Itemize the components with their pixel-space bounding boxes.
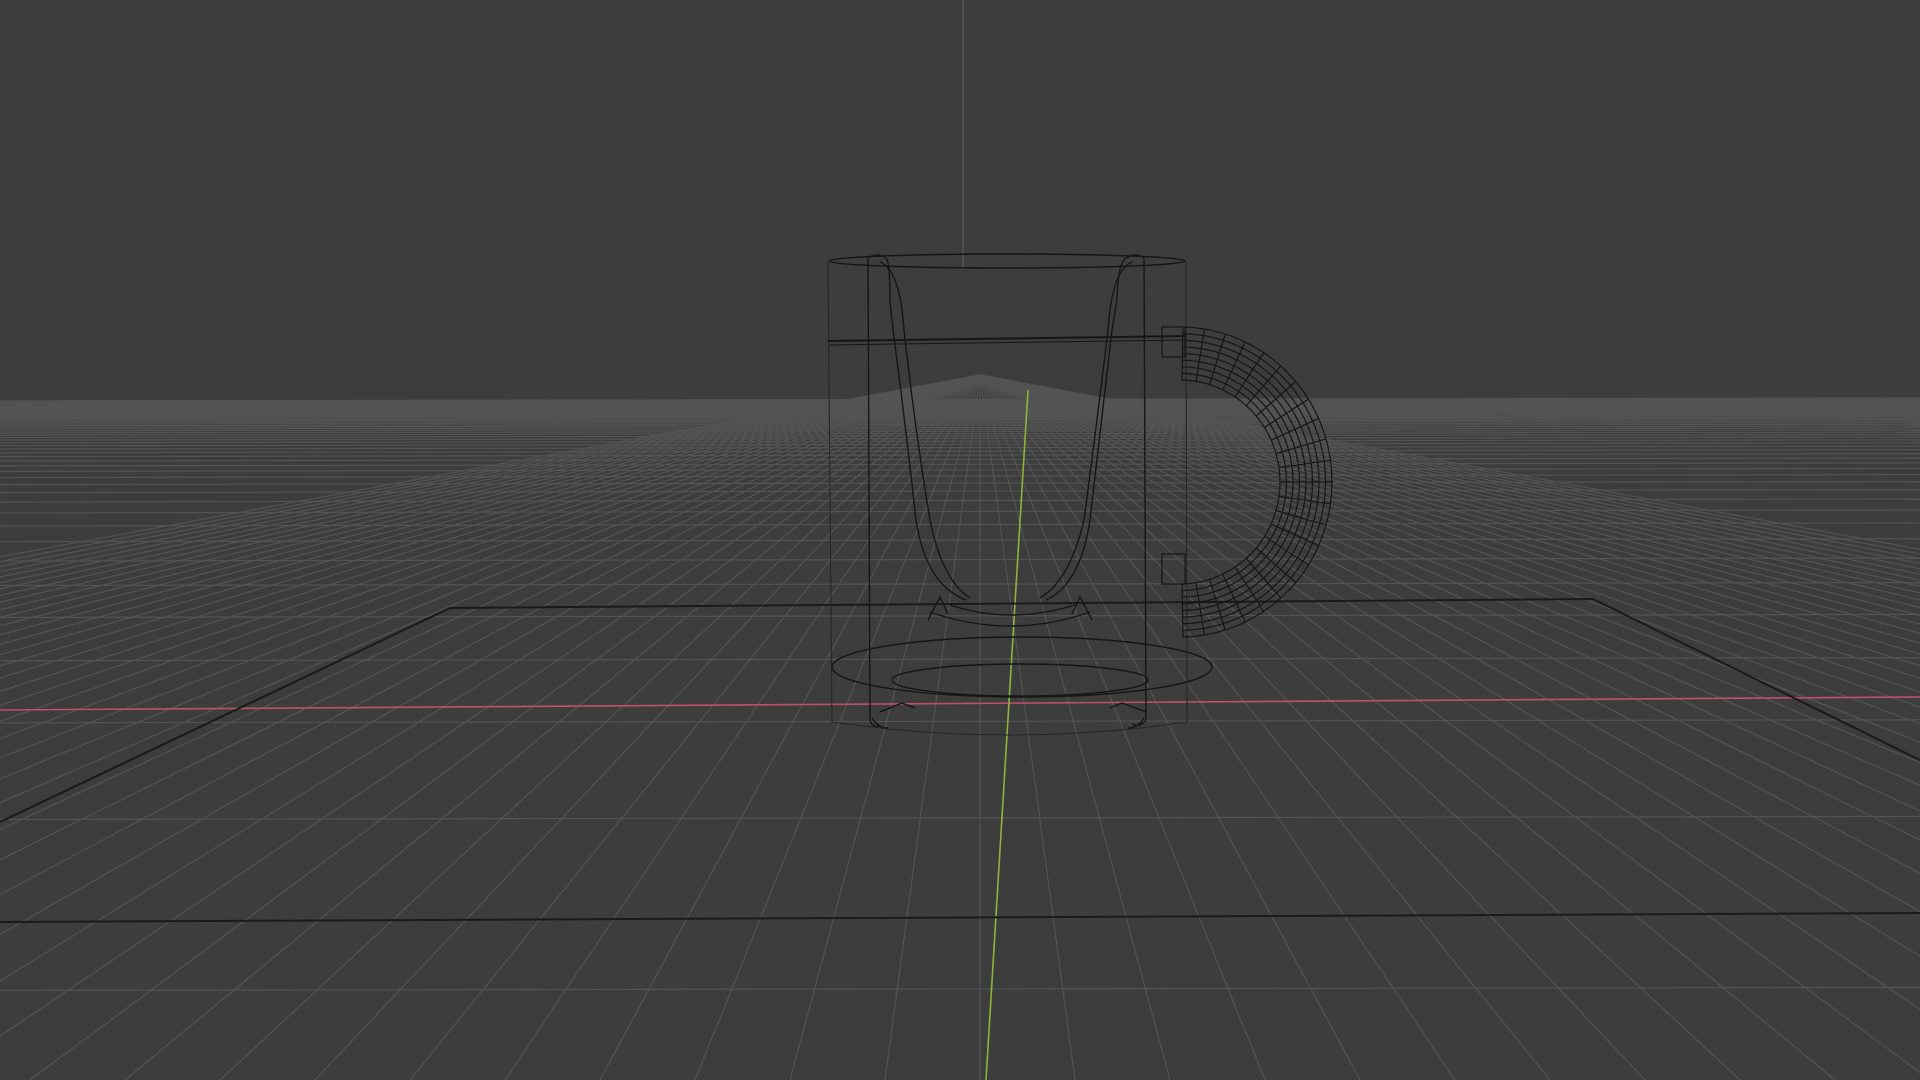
- 3d-viewport[interactable]: [0, 0, 1920, 1080]
- viewport-canvas[interactable]: [0, 0, 1920, 1080]
